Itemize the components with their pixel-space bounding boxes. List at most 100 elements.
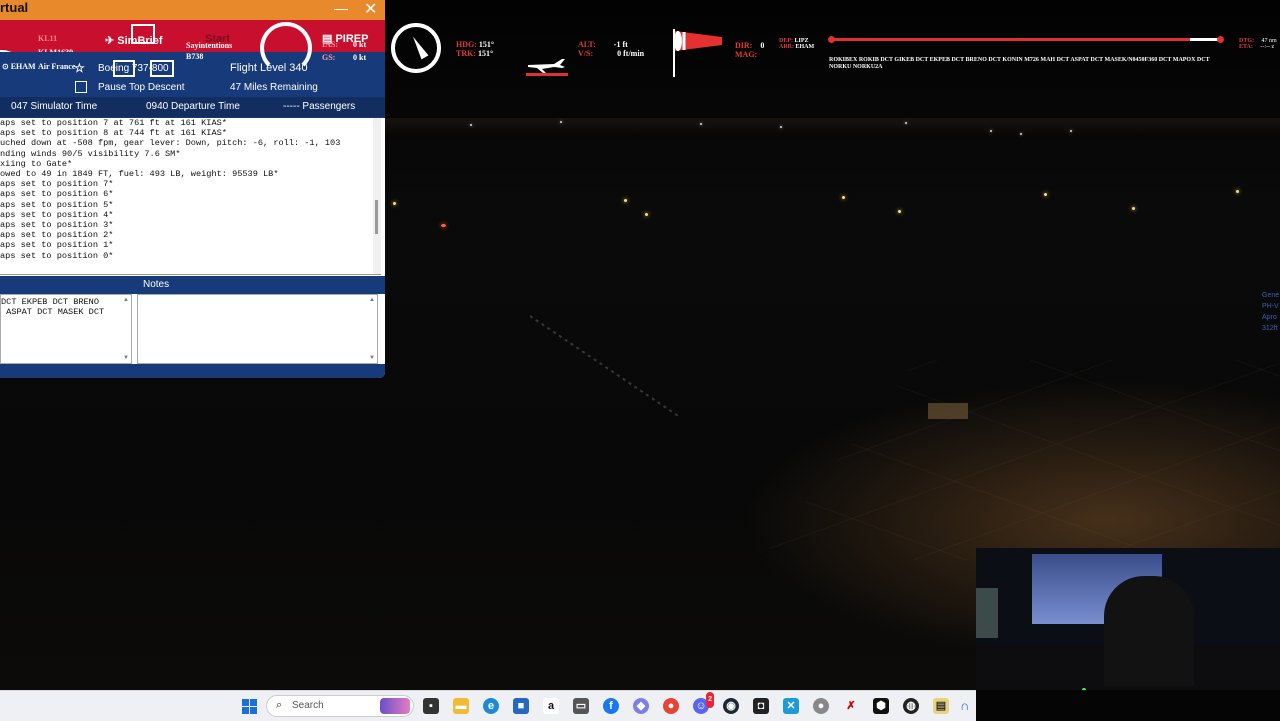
log-line: aps set to position 1* <box>0 240 114 251</box>
log-line: xiing to Gate* <box>0 158 73 169</box>
log-line: aps set to position 0* <box>0 250 114 261</box>
taxiway-light <box>1236 190 1239 193</box>
amazon-icon[interactable]: a <box>543 698 559 714</box>
route-string: ROKIBEX ROKIB DCT GIKEB DCT EKPEB DCT BR… <box>829 57 1210 70</box>
search-icon: ⌕ <box>276 699 283 711</box>
airport-light <box>700 123 702 125</box>
webcam-overlay <box>976 548 1280 690</box>
epic-icon[interactable]: ◘ <box>753 698 769 714</box>
headset-icon[interactable]: ∩ <box>960 698 974 714</box>
window-footer <box>0 364 385 378</box>
departure-time: 0940 Departure Time <box>146 101 240 112</box>
airport-light <box>560 121 562 123</box>
route-notes-textarea[interactable]: DCT EKPEB DCT BRENO ASPAT DCT MASEK DCT … <box>0 294 132 364</box>
taxiway-light <box>842 196 845 199</box>
log-line: aps set to position 5* <box>0 199 114 210</box>
search-highlight-icon <box>380 698 410 714</box>
cross-icon[interactable]: ✗ <box>843 698 859 714</box>
va-window[interactable]: rtual — ✕ KL11 KLM1639 ✈ SimBrief Sayint… <box>0 0 385 378</box>
log-line: nding winds 90/5 visibility 7.6 SM* <box>0 148 181 159</box>
side-info-text: Gene PH-V Apro 312ft <box>1262 292 1280 332</box>
discord-icon[interactable]: ☺ 2 <box>693 692 714 714</box>
store-icon[interactable]: ■ <box>513 698 529 714</box>
plane-small-icon: ✈ <box>105 35 115 47</box>
steam-icon[interactable]: ◉ <box>723 698 739 714</box>
pause-td-label: Pause Top Descent <box>98 82 185 93</box>
scroll-up-icon[interactable]: ▲ <box>369 297 375 303</box>
sim-time: 047 Simulator Time <box>11 101 98 112</box>
app-icon[interactable]: ● <box>813 698 829 714</box>
destination-short: ⊙ EHAM <box>2 62 36 71</box>
scroll-down-icon[interactable]: ▼ <box>123 355 129 361</box>
file-explorer-icon[interactable]: ▬ <box>453 698 469 714</box>
taxiway-light <box>624 199 627 202</box>
task-view-icon[interactable]: ▪ <box>423 698 439 714</box>
close-button[interactable]: ✕ <box>364 0 377 19</box>
speed-gauge-icon <box>260 22 312 74</box>
heading-compass-icon <box>391 23 441 73</box>
window-titlebar[interactable]: rtual — ✕ <box>0 0 385 20</box>
horizon-glow <box>385 118 1280 136</box>
log-line: aps set to position 8 at 744 ft at 161 K… <box>0 128 227 139</box>
runway-edge-lights <box>529 315 680 418</box>
obs-icon[interactable]: ◍ <box>903 698 919 714</box>
dtg-eta-readout: DTG: 47 nm ETA: --:-- z <box>1239 38 1277 50</box>
windows-taskbar: ⌕ Search ▪ ▬ e ■ a ▭ f ◆ ● ☺ 2 ◉ ◘ ✕ ● ✗… <box>0 690 976 721</box>
gs-value: 0 kt <box>353 53 367 62</box>
cube-icon[interactable]: ⬢ <box>873 698 889 714</box>
altitude-readout: ALT: -1 ft V/S: 0 ft/min <box>578 40 645 58</box>
log-line: uched down at -508 fpm, gear lever: Down… <box>0 138 341 149</box>
taxiway-light <box>898 210 901 213</box>
miles-remaining: 47 Miles Remaining <box>230 82 318 93</box>
status-row: 047 Simulator Time 0940 Departure Time -… <box>0 97 385 117</box>
minimize-button[interactable]: — <box>334 0 348 16</box>
airport-light <box>780 126 782 128</box>
taxiway-light <box>1132 207 1135 210</box>
taskbar-search[interactable]: ⌕ Search <box>266 695 414 717</box>
log-scrollbar[interactable] <box>373 118 381 274</box>
person-in-chair <box>1104 576 1194 686</box>
aircraft-highlight-left <box>113 60 135 77</box>
notes-label: Notes <box>143 279 170 290</box>
pause-td-checkbox[interactable] <box>75 81 87 93</box>
scroll-up-icon[interactable]: ▲ <box>123 297 129 303</box>
heading-readout: HDG: 151° TRK: 151° <box>456 40 495 58</box>
edge-icon[interactable]: e <box>483 698 499 714</box>
windows-start-icon[interactable] <box>242 699 258 715</box>
simbrief-highlight <box>131 24 155 44</box>
taxiway-light <box>393 202 396 205</box>
airline-name: Air France <box>38 62 76 71</box>
flight-log[interactable]: aps set to position 7 at 761 ft at 161 K… <box>0 118 381 275</box>
gate-sign <box>928 403 968 419</box>
taxiway-light <box>1044 193 1047 196</box>
notes-textarea[interactable]: ▲ ▼ <box>137 294 378 364</box>
apron-surface <box>760 360 1280 560</box>
callsign-top: KL11 <box>38 34 58 43</box>
notes-icon[interactable]: ▤ <box>933 698 949 714</box>
airplane-icon <box>526 59 568 76</box>
notes-header: Notes <box>0 276 385 294</box>
chrome-icon[interactable]: ● <box>663 698 679 714</box>
ias-label: IAS: <box>322 40 339 49</box>
log-line: aps set to position 4* <box>0 209 114 220</box>
scroll-down-icon[interactable]: ▼ <box>369 355 375 361</box>
log-line: aps set to position 6* <box>0 189 114 200</box>
airport-light <box>1070 130 1072 132</box>
star-icon[interactable]: ☆ <box>74 61 85 76</box>
aircraft-highlight-right <box>150 60 174 77</box>
copilot-icon[interactable]: ◆ <box>633 698 649 714</box>
facebook-icon[interactable]: f <box>603 698 619 714</box>
airport-light <box>470 124 472 126</box>
start-button[interactable]: Start <box>193 33 230 45</box>
ias-value: 0 kt <box>353 40 367 49</box>
log-line: aps set to position 7* <box>0 179 114 190</box>
obstruction-light <box>441 224 446 227</box>
gs-label: GS: <box>322 53 336 62</box>
windsock-icon <box>673 29 722 77</box>
airport-light <box>905 122 907 124</box>
taxiway-light <box>645 213 648 216</box>
excel-icon[interactable]: ✕ <box>783 698 799 714</box>
media-icon[interactable]: ▭ <box>573 698 589 714</box>
log-line: aps set to position 2* <box>0 230 114 241</box>
wind-readout: DIR: 0 MAG: <box>735 41 765 59</box>
